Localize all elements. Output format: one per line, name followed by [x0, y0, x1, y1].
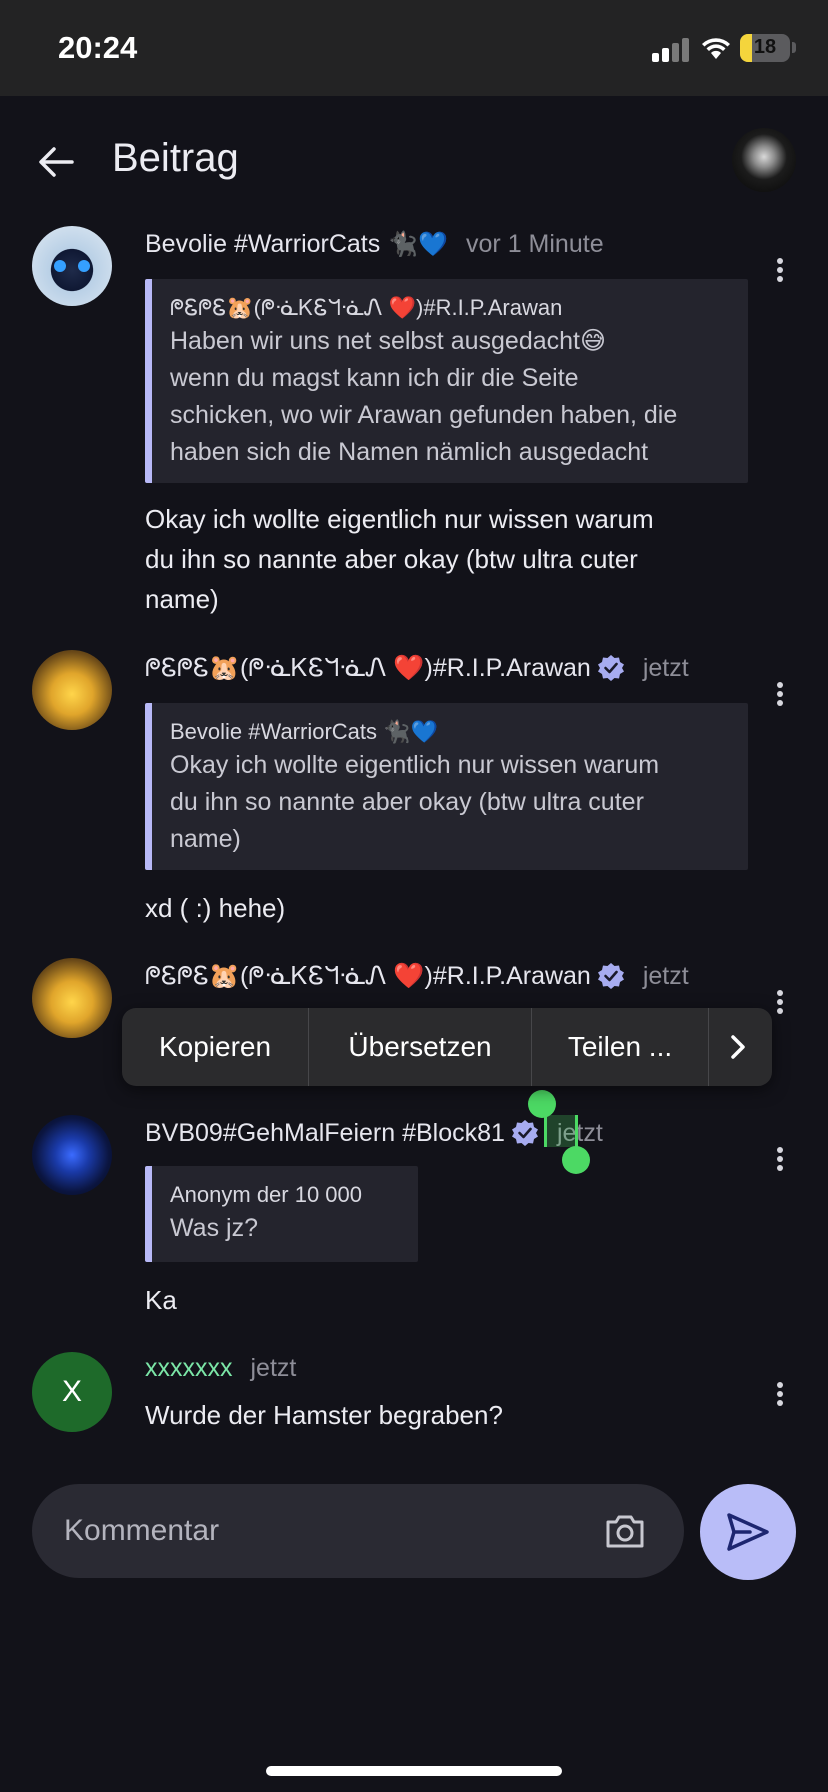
quoted-comment[interactable]: ᖘᏋᖘᏋ🐹(ᖘᓍᏦᏋᖻᓍᏁ ❤️)#R.I.P.Arawan Haben wir…: [145, 279, 748, 483]
comment-text: Wurde der Hamster begraben?: [145, 1395, 765, 1435]
comment-time: jetzt: [250, 1353, 297, 1382]
comment-composer: [32, 1484, 684, 1578]
quote-author: ᖘᏋᖘᏋ🐹(ᖘᓍᏦᏋᖻᓍᏁ ❤️)#R.I.P.Arawan: [170, 295, 563, 320]
menu-item-translate[interactable]: Übersetzen: [309, 1008, 532, 1086]
selection-end-handle[interactable]: [562, 1146, 590, 1174]
app-header: Beitrag: [0, 96, 828, 226]
comment-author[interactable]: ᖘᏋᖘᏋ🐹(ᖘᓍᏦᏋᖻᓍᏁ ❤️)#R.I.P.Arawan: [145, 653, 591, 683]
comment-time: vor 1 Minute: [466, 229, 604, 258]
more-options-icon[interactable]: [770, 1374, 790, 1414]
page-title: Beitrag: [112, 136, 239, 180]
comment-line: Ka: [145, 1285, 177, 1315]
send-button[interactable]: [700, 1484, 796, 1580]
comment-text: Okay ich wollte eigentlich nur wissen wa…: [145, 499, 765, 619]
comment-input[interactable]: [64, 1484, 584, 1578]
profile-avatar[interactable]: [732, 128, 796, 192]
quote-author: Anonym der 10 000: [170, 1182, 363, 1207]
quote-line: haben sich die Namen nämlich ausgedacht: [170, 438, 649, 466]
avatar[interactable]: [32, 1115, 112, 1195]
comment-line: name): [145, 584, 219, 614]
wifi-icon: [702, 38, 730, 59]
quoted-comment[interactable]: Anonym der 10 000 Was jz?: [145, 1166, 418, 1262]
chevron-right-icon[interactable]: [709, 1008, 769, 1086]
more-options-icon[interactable]: [770, 250, 790, 290]
comment-meta: ᖘᏋᖘᏋ🐹(ᖘᓍᏦᏋᖻᓍᏁ ❤️)#R.I.P.Arawan jetzt: [145, 648, 689, 688]
comment-author[interactable]: xxxxxxx: [145, 1354, 233, 1383]
quote-author: Bevolie #WarriorCats 🐈‍⬛💙: [170, 719, 438, 744]
comment-meta: Bevolie #WarriorCats 🐈‍⬛💙 vor 1 Minute: [145, 224, 604, 264]
comment-author[interactable]: BVB09#GehMalFeiern #Block81: [145, 1119, 505, 1148]
more-options-icon[interactable]: [770, 982, 790, 1022]
status-bar: 20:24 18: [0, 0, 828, 96]
battery-tip: [792, 42, 796, 53]
selection-start-handle[interactable]: [528, 1090, 556, 1118]
verified-badge-icon: [511, 1120, 538, 1146]
comment-author[interactable]: ᖘᏋᖘᏋ🐹(ᖘᓍᏦᏋᖻᓍᏁ ❤️)#R.I.P.Arawan: [145, 961, 591, 991]
comment-meta: BVB09#GehMalFeiern #Block81 jetzt: [145, 1113, 603, 1153]
comment-time: jetzt: [642, 653, 689, 682]
more-options-icon[interactable]: [770, 1139, 790, 1179]
quote-line: Okay ich wollte eigentlich nur wissen wa…: [170, 751, 660, 779]
quote-line: wenn du magst kann ich dir die Seite: [170, 364, 579, 392]
comment-time: jetzt: [642, 961, 689, 990]
verified-badge-icon: [597, 963, 624, 989]
camera-icon[interactable]: [604, 1512, 646, 1550]
battery-level: 18: [753, 36, 777, 58]
comment-line: Okay ich wollte eigentlich nur wissen wa…: [145, 504, 654, 534]
author-emoji: 🐈‍⬛💙: [388, 230, 449, 258]
comment-text: Ka: [145, 1280, 765, 1320]
quote-line: name): [170, 825, 241, 853]
comment-text: xd ( :) hehe): [145, 888, 765, 928]
comment-meta: xxxxxxx jetzt: [145, 1348, 296, 1388]
home-indicator[interactable]: [266, 1766, 562, 1776]
avatar[interactable]: X: [32, 1352, 112, 1432]
comment-meta: ᖘᏋᖘᏋ🐹(ᖘᓍᏦᏋᖻᓍᏁ ❤️)#R.I.P.Arawan jetzt: [145, 956, 689, 996]
avatar[interactable]: [32, 650, 112, 730]
cellular-signal-icon: [652, 38, 690, 62]
text-selection: [544, 1115, 578, 1147]
comment-author[interactable]: Bevolie #WarriorCats: [145, 230, 380, 259]
quoted-comment[interactable]: Bevolie #WarriorCats 🐈‍⬛💙 Okay ich wollt…: [145, 703, 748, 870]
verified-badge-icon: [597, 655, 624, 681]
comment-line: du ihn so nannte aber okay (btw ultra cu…: [145, 544, 638, 574]
menu-item-copy[interactable]: Kopieren: [122, 1008, 309, 1086]
quote-line: du ihn so nannte aber okay (btw ultra cu…: [170, 788, 644, 816]
battery-icon: 18: [740, 34, 790, 62]
menu-item-share[interactable]: Teilen ...: [532, 1008, 709, 1086]
more-options-icon[interactable]: [770, 674, 790, 714]
comment-line: xd ( :) hehe): [145, 893, 286, 923]
quote-line: Haben wir uns net selbst ausgedacht😅: [170, 327, 607, 355]
arrow-left-icon[interactable]: [36, 142, 76, 182]
quote-line: schicken, wo wir Arawan gefunden haben, …: [170, 401, 678, 429]
status-time: 20:24: [58, 30, 138, 65]
comment-line: Wurde der Hamster begraben?: [145, 1400, 503, 1430]
avatar[interactable]: [32, 958, 112, 1038]
avatar[interactable]: [32, 226, 112, 306]
send-icon: [727, 1513, 769, 1551]
text-context-menu: Kopieren Übersetzen Teilen ...: [122, 1008, 772, 1086]
quote-line: Was jz?: [170, 1214, 258, 1242]
